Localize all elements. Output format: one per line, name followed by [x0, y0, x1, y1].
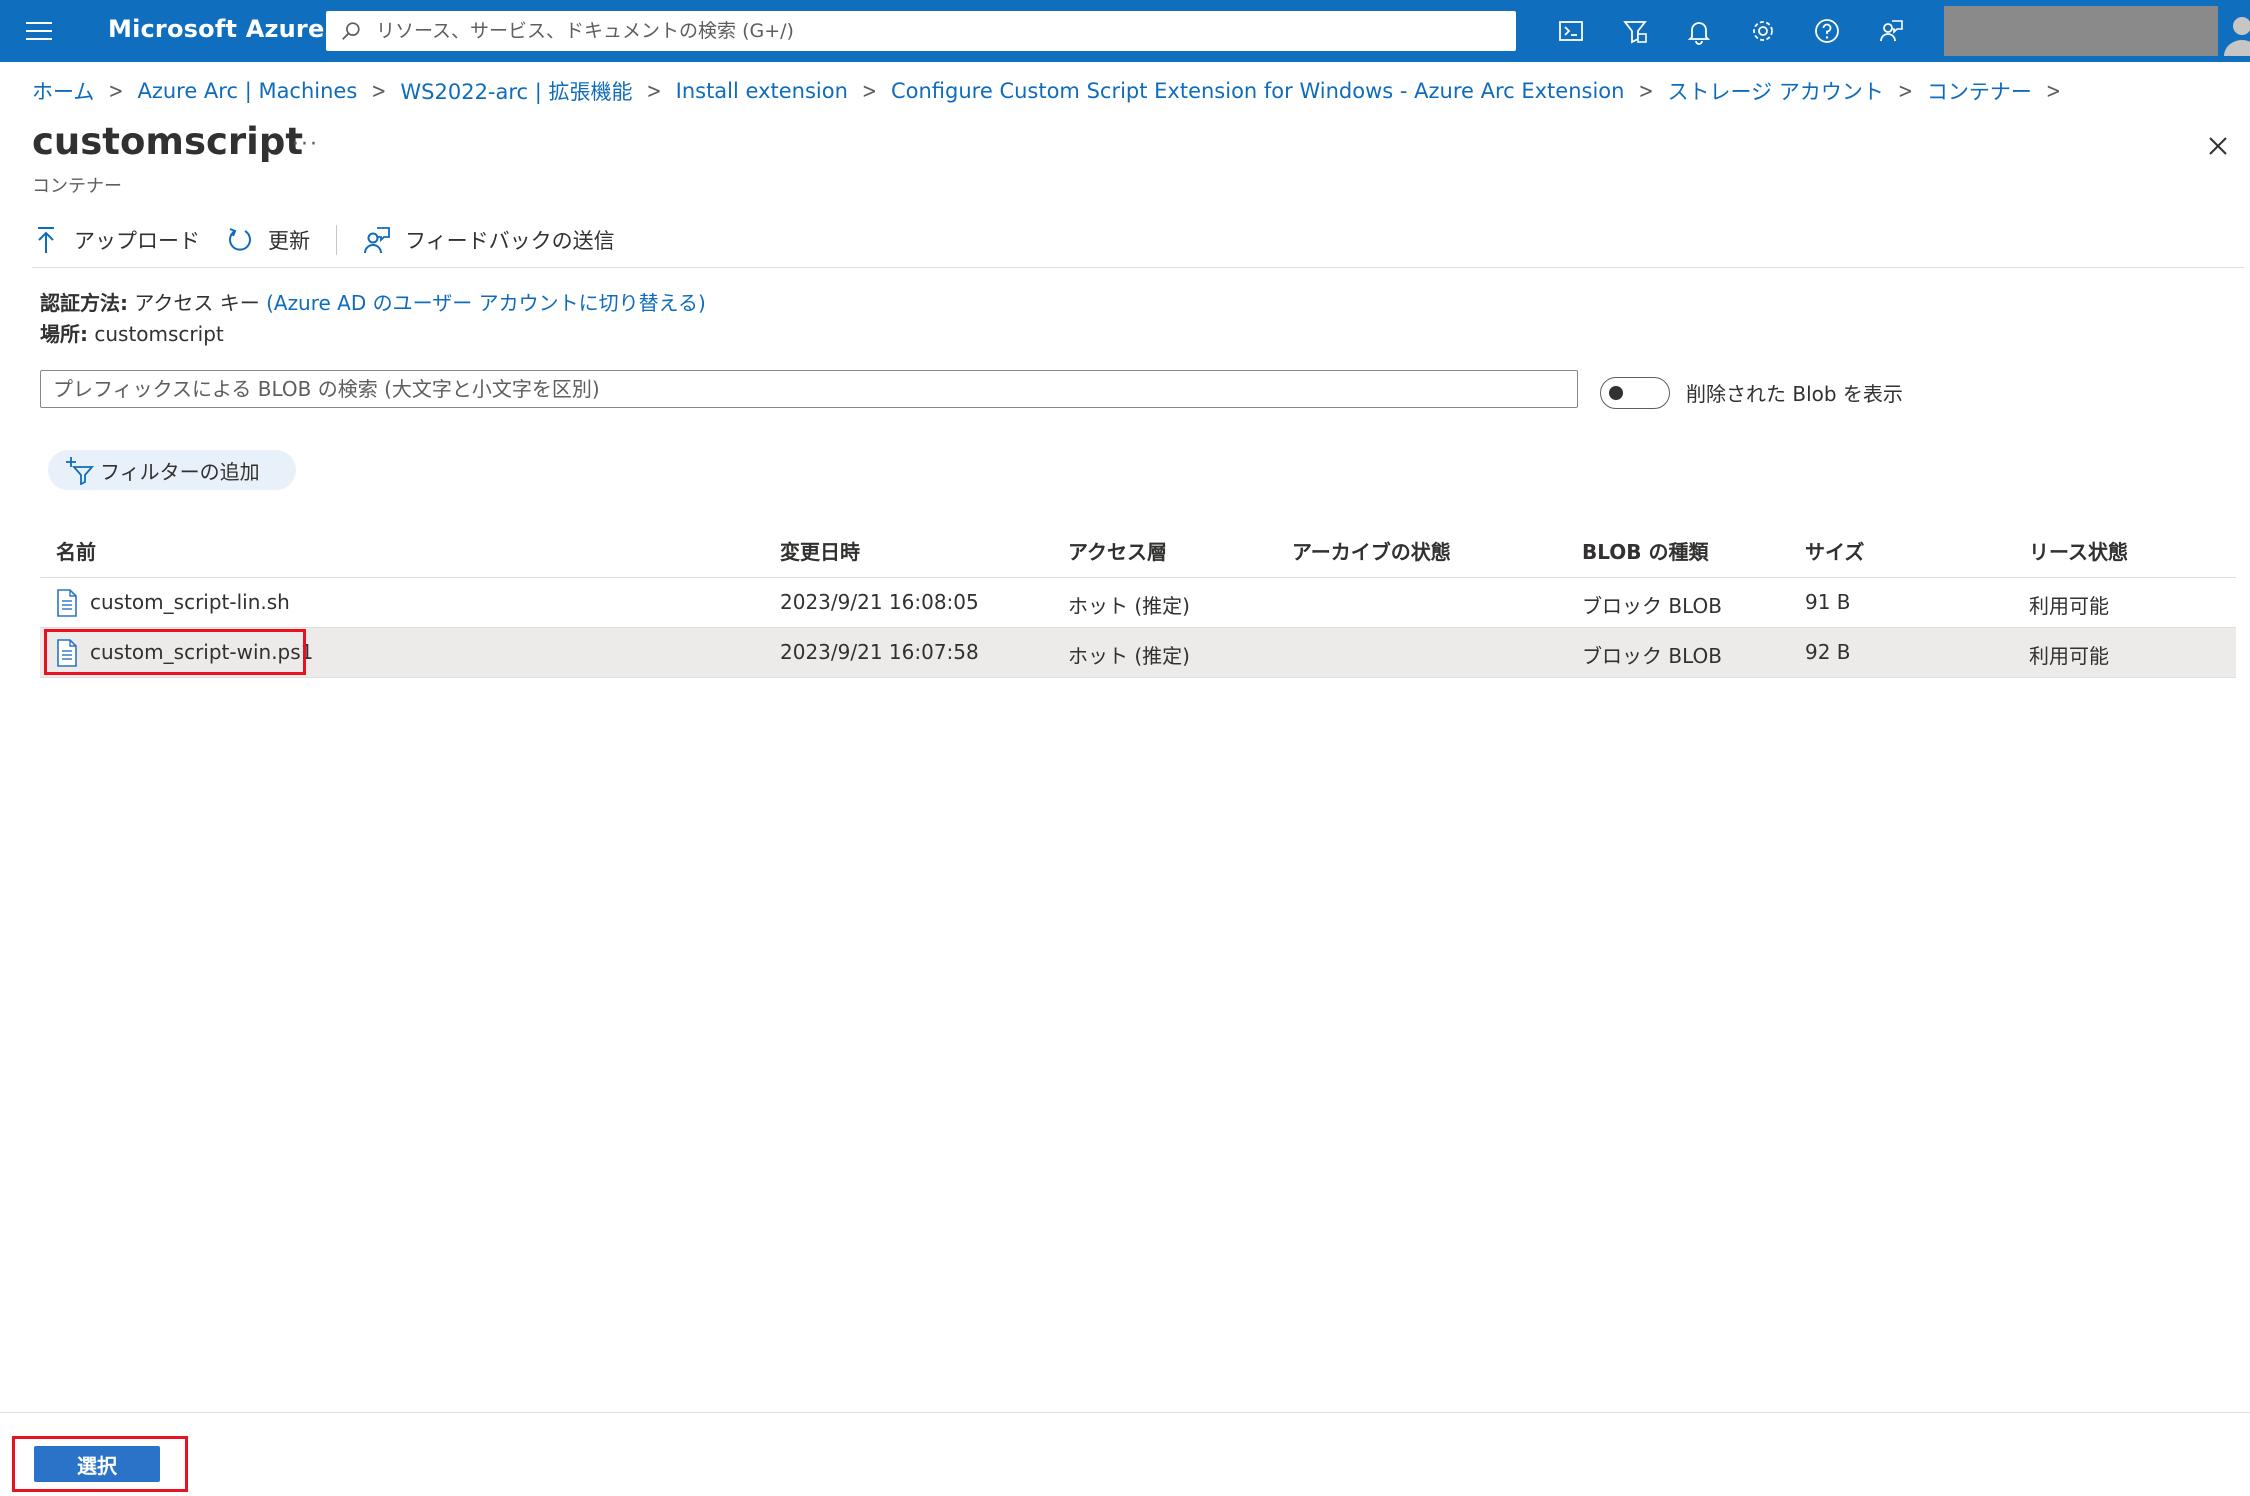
top-bar: Microsoft Azure: [0, 0, 2250, 62]
help-icon[interactable]: [1808, 12, 1846, 50]
blob-name[interactable]: custom_script-win.ps1: [90, 640, 313, 664]
settings-icon[interactable]: [1744, 12, 1782, 50]
switch-to-azure-ad-link[interactable]: (Azure AD のユーザー アカウントに切り替える): [266, 291, 706, 315]
location-line: 場所: customscript: [40, 318, 224, 347]
global-search-input[interactable]: [376, 20, 1476, 42]
breadcrumb-home[interactable]: ホーム: [32, 76, 94, 106]
page-subtitle: コンテナー: [32, 176, 122, 197]
refresh-button[interactable]: 更新: [226, 225, 310, 255]
column-header-modified[interactable]: 変更日時: [780, 536, 860, 565]
column-header-access-tier[interactable]: アクセス層: [1068, 536, 1167, 565]
toolbar-divider-line: [32, 267, 2244, 268]
column-header-lease-state[interactable]: リース状態: [2029, 536, 2128, 565]
breadcrumb-separator: >: [371, 78, 387, 104]
select-button[interactable]: 選択: [34, 1446, 160, 1482]
auth-method-label: 認証方法:: [40, 291, 128, 315]
blob-type: ブロック BLOB: [1582, 644, 1722, 668]
refresh-icon: [229, 228, 251, 251]
close-icon[interactable]: [2204, 132, 2232, 160]
refresh-label: 更新: [268, 229, 310, 253]
feedback-icon: [364, 227, 390, 254]
avatar[interactable]: [2222, 12, 2250, 56]
breadcrumb-separator: >: [108, 78, 124, 104]
file-icon: [57, 589, 77, 617]
search-icon: [342, 22, 360, 40]
global-search[interactable]: [326, 11, 1516, 51]
breadcrumb-containers[interactable]: コンテナー: [1927, 76, 2032, 106]
add-filter-icon: [66, 457, 94, 485]
more-options-button[interactable]: ···: [292, 132, 319, 157]
auth-method-line: 認証方法: アクセス キー (Azure AD のユーザー アカウントに切り替え…: [40, 287, 706, 316]
brand-title[interactable]: Microsoft Azure: [108, 15, 324, 43]
blob-lease-state: 利用可能: [2029, 644, 2109, 668]
send-feedback-button[interactable]: フィードバックの送信: [363, 225, 615, 255]
column-header-blob-type[interactable]: BLOB の種類: [1582, 536, 1708, 565]
table-row[interactable]: custom_script-lin.sh 2023/9/21 16:08:05 …: [40, 578, 2236, 628]
breadcrumb-configure-extension[interactable]: Configure Custom Script Extension for Wi…: [891, 79, 1624, 103]
location-value: customscript: [94, 322, 224, 346]
auth-method-value: アクセス キー: [134, 291, 260, 315]
show-deleted-blobs-label: 削除された Blob を表示: [1686, 382, 1903, 406]
breadcrumb-install-extension[interactable]: Install extension: [676, 79, 848, 103]
add-filter-button[interactable]: フィルターの追加: [48, 450, 296, 490]
breadcrumb-ws2022-arc-extensions[interactable]: WS2022-arc | 拡張機能: [400, 76, 632, 106]
upload-icon: [38, 227, 54, 253]
hamburger-menu-icon[interactable]: [24, 18, 54, 44]
blob-name[interactable]: custom_script-lin.sh: [90, 590, 290, 614]
upload-label: アップロード: [74, 229, 200, 253]
blob-size: 92 B: [1805, 640, 1851, 664]
add-filter-label: フィルターの追加: [100, 459, 260, 484]
blob-access-tier: ホット (推定): [1068, 644, 1190, 668]
column-header-archive-status[interactable]: アーカイブの状態: [1292, 536, 1451, 565]
upload-button[interactable]: アップロード: [32, 225, 200, 255]
column-header-name[interactable]: 名前: [56, 536, 96, 565]
toolbar-divider: [336, 225, 337, 255]
breadcrumb-azure-arc-machines[interactable]: Azure Arc | Machines: [137, 79, 357, 103]
blob-modified: 2023/9/21 16:08:05: [780, 590, 979, 614]
breadcrumb-separator: >: [1638, 78, 1654, 104]
cloud-shell-icon[interactable]: [1552, 12, 1590, 50]
breadcrumb-storage-accounts[interactable]: ストレージ アカウント: [1668, 76, 1884, 106]
breadcrumb-separator: >: [1897, 78, 1913, 104]
toggle-knob: [1609, 386, 1623, 400]
notifications-icon[interactable]: [1680, 12, 1718, 50]
show-deleted-blobs-toggle[interactable]: [1600, 377, 1670, 409]
footer-divider: [0, 1412, 2250, 1413]
blob-size: 91 B: [1805, 590, 1851, 614]
blob-table: 名前 変更日時 アクセス層 アーカイブの状態 BLOB の種類 サイズ リース状…: [40, 530, 2236, 678]
top-bar-icons: [1552, 12, 1936, 50]
file-icon: [57, 639, 77, 667]
breadcrumb: ホーム > Azure Arc | Machines > WS2022-arc …: [32, 76, 2075, 106]
command-bar: アップロード 更新 フィードバックの送信: [32, 220, 641, 260]
table-row-selected[interactable]: custom_script-win.ps1 2023/9/21 16:07:58…: [40, 628, 2236, 678]
send-feedback-label: フィードバックの送信: [405, 229, 615, 253]
column-header-size[interactable]: サイズ: [1805, 536, 1864, 565]
breadcrumb-separator: >: [2045, 78, 2062, 104]
blob-access-tier: ホット (推定): [1068, 594, 1190, 618]
location-label: 場所:: [40, 322, 88, 346]
table-header: 名前 変更日時 アクセス層 アーカイブの状態 BLOB の種類 サイズ リース状…: [40, 530, 2236, 578]
blob-lease-state: 利用可能: [2029, 594, 2109, 618]
breadcrumb-separator: >: [646, 78, 662, 104]
account-area[interactable]: [1944, 6, 2218, 56]
directory-filter-icon[interactable]: [1616, 12, 1654, 50]
page-title: customscript: [32, 120, 304, 163]
breadcrumb-separator: >: [861, 78, 877, 104]
blob-type: ブロック BLOB: [1582, 594, 1722, 618]
blob-modified: 2023/9/21 16:07:58: [780, 640, 979, 664]
blob-prefix-search-input[interactable]: [40, 370, 1578, 408]
feedback-icon[interactable]: [1872, 12, 1910, 50]
